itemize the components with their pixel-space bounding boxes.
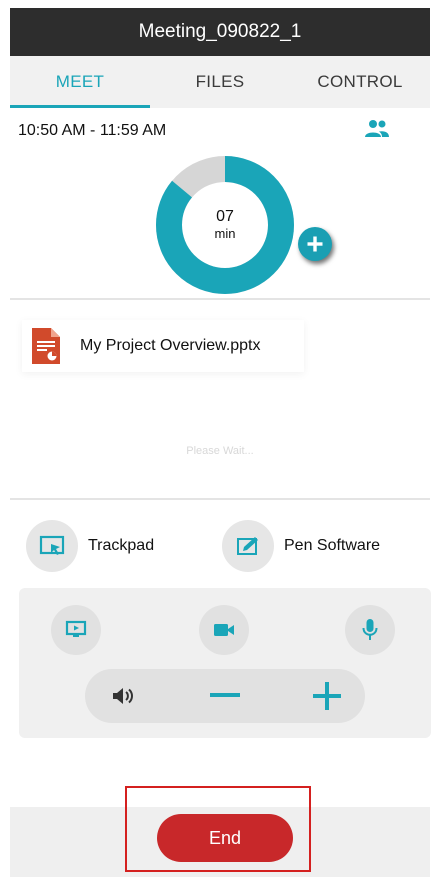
screen-share-button[interactable] <box>51 605 101 655</box>
speaker-button[interactable] <box>103 669 143 723</box>
meeting-timer-section: 10:50 AM - 11:59 AM 07 min <box>10 108 430 300</box>
pen-software-label: Pen Software <box>284 537 381 554</box>
volume-up-button[interactable] <box>305 669 349 723</box>
timer-unit: min <box>214 226 236 241</box>
device-control-panel <box>19 588 431 738</box>
tab-control[interactable]: CONTROL <box>290 56 430 108</box>
microphone-icon <box>362 619 378 640</box>
volume-control <box>85 669 365 723</box>
trackpad-icon-circle <box>26 520 78 572</box>
tab-bar: MEET FILES CONTROL <box>10 56 430 108</box>
end-meeting-button[interactable]: End <box>157 814 293 862</box>
title-bar: Meeting_090822_1 <box>10 8 430 56</box>
camera-button[interactable] <box>199 605 249 655</box>
tab-files[interactable]: FILES <box>150 56 290 108</box>
meeting-screen: Meeting_090822_1 MEET FILES CONTROL 10:5… <box>0 0 435 883</box>
pptx-file-icon <box>32 328 60 364</box>
pen-icon <box>237 537 258 555</box>
trackpad-icon <box>39 535 65 555</box>
trackpad-label: Trackpad <box>88 537 155 554</box>
speaker-icon <box>113 688 133 704</box>
trackpad-button[interactable]: Trackpad <box>26 520 154 572</box>
file-name: My Project Overview.pptx <box>80 337 261 354</box>
pen-icon-circle <box>222 520 274 572</box>
tab-meet[interactable]: MEET <box>10 56 150 108</box>
plus-icon <box>313 682 341 710</box>
meeting-time-range: 10:50 AM - 11:59 AM <box>18 122 167 139</box>
file-preview-section: My Project Overview.pptx Please Wait... <box>10 300 430 500</box>
microphone-button[interactable] <box>345 605 395 655</box>
screen-share-icon <box>65 620 87 637</box>
control-section: Trackpad Pen Software <box>10 502 431 807</box>
timer-value: 07 <box>216 208 234 225</box>
meeting-title: Meeting_090822_1 <box>138 21 302 42</box>
file-card[interactable]: My Project Overview.pptx <box>22 320 304 372</box>
pen-software-button[interactable]: Pen Software <box>222 520 380 572</box>
camera-icon <box>214 624 234 636</box>
volume-down-button[interactable] <box>203 669 247 723</box>
plus-icon <box>307 236 323 252</box>
people-icon[interactable] <box>364 118 390 140</box>
minus-icon <box>210 693 240 697</box>
add-time-button[interactable] <box>298 227 332 261</box>
loading-status: Please Wait... <box>186 445 254 457</box>
timer-readout: 07 min <box>181 181 269 269</box>
